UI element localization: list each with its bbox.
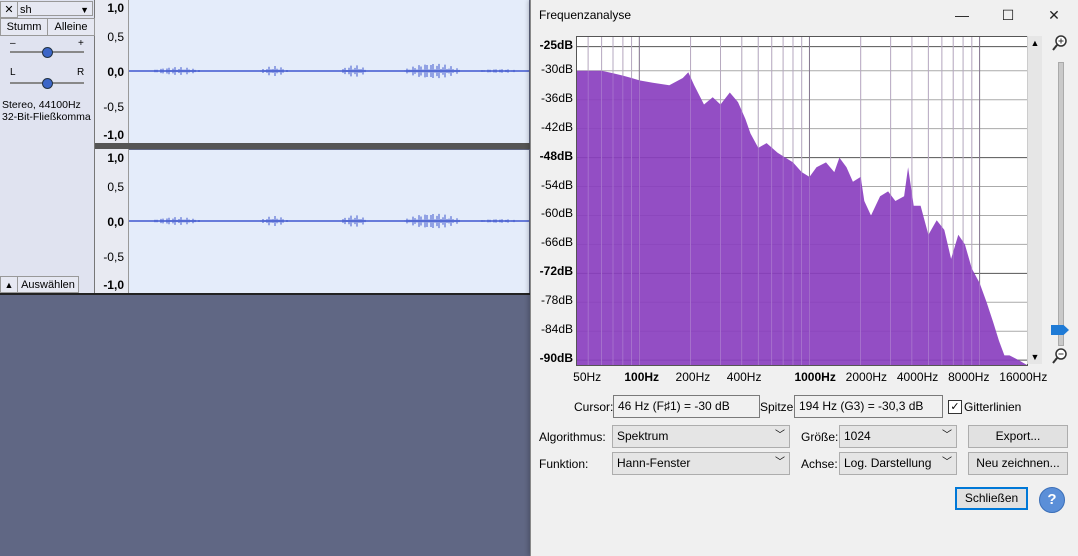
gain-minus-label: –: [10, 38, 16, 49]
zoom-slider-track[interactable]: [1058, 62, 1064, 346]
close-dialog-button[interactable]: ✕: [1039, 3, 1069, 27]
track-bottom-border: [0, 293, 530, 295]
axis-select[interactable]: Log. Darstellung ﹀: [839, 452, 957, 475]
chevron-down-icon: ﹀: [942, 430, 952, 441]
algorithm-select[interactable]: Spektrum ﹀: [612, 425, 790, 448]
dialog-title: Frequenzanalyse: [539, 8, 632, 22]
collapse-track-button[interactable]: ▲: [0, 276, 18, 293]
close-track-button[interactable]: ✕: [0, 1, 18, 18]
ruler-upper-label: -1,0: [103, 128, 124, 142]
chevron-down-icon: ﹀: [775, 457, 785, 468]
pan-right-label: R: [77, 67, 85, 78]
function-value: Hann-Fenster: [617, 456, 691, 470]
axis-label: Achse:: [801, 457, 838, 471]
y-tick-label: -42dB: [540, 119, 573, 134]
x-tick-label: 4000Hz: [896, 370, 939, 384]
gain-slider-thumb[interactable]: [42, 47, 53, 58]
redraw-button[interactable]: Neu zeichnen...: [968, 452, 1068, 475]
channel-separator: [95, 143, 530, 149]
track-menu-button[interactable]: sh ▼: [17, 1, 93, 16]
algorithm-value: Spektrum: [617, 429, 669, 443]
gain-plus-label: +: [78, 38, 84, 49]
spectrum-plot[interactable]: [576, 36, 1028, 366]
size-select[interactable]: 1024 ﹀: [839, 425, 957, 448]
ruler-lower-label: 0,0: [107, 215, 124, 229]
magnifier-minus-icon[interactable]: [1051, 347, 1069, 365]
peak-label: Spitze:: [760, 400, 797, 414]
waveform-left-svg: [129, 63, 529, 79]
ruler-upper-label: 0,0: [107, 65, 124, 79]
zoom-slider-thumb[interactable]: [1051, 325, 1069, 335]
y-tick-label: -48dB: [539, 148, 573, 163]
grid-label: Gitterlinien: [964, 400, 1022, 414]
function-label: Funktion:: [539, 457, 589, 471]
select-track-button[interactable]: Auswählen: [17, 276, 79, 293]
cursor-value-field: 46 Hz (F♯1) = -30 dB: [613, 395, 760, 418]
y-tick-label: -25dB: [539, 37, 573, 52]
vertical-scrollbar[interactable]: ▲ ▼: [1027, 36, 1042, 364]
x-tick-label: 200Hz: [675, 370, 711, 384]
y-tick-label: -72dB: [539, 264, 573, 279]
function-select[interactable]: Hann-Fenster ﹀: [612, 452, 790, 475]
y-tick-label: -60dB: [540, 206, 573, 221]
x-tick-label: 1000Hz: [794, 370, 836, 384]
y-tick-label: -66dB: [540, 235, 573, 250]
track-name: sh: [20, 4, 32, 16]
ruler-upper-label: 0,5: [107, 30, 124, 44]
waveform-left-channel[interactable]: [129, 0, 529, 143]
export-button[interactable]: Export...: [968, 425, 1068, 448]
x-tick-label: 50Hz: [573, 370, 602, 384]
algorithm-label: Algorithmus:: [539, 430, 606, 444]
maximize-icon: ☐: [1001, 7, 1015, 23]
y-tick-label: -78dB: [540, 293, 573, 308]
minimize-button[interactable]: —: [947, 3, 977, 27]
size-value: 1024: [844, 429, 871, 443]
y-tick-label: -84dB: [540, 322, 573, 337]
y-tick-label: -30dB: [540, 61, 573, 76]
solo-button[interactable]: Alleine: [47, 18, 95, 36]
chevron-down-icon: ﹀: [775, 430, 785, 441]
ruler-lower-label: -0,5: [103, 250, 124, 264]
x-tick-label: 400Hz: [726, 370, 762, 384]
chevron-down-icon: ▼: [80, 5, 89, 15]
track-control-panel: ✕ sh ▼ Stumm Alleine – + L R Stereo, 441…: [0, 0, 95, 293]
x-tick-label: 8000Hz: [948, 370, 990, 384]
close-button[interactable]: Schließen: [955, 487, 1028, 510]
cursor-label: Cursor:: [574, 400, 614, 414]
track-format-info: Stereo, 44100Hz: [2, 99, 81, 111]
ruler-lower-label: -1,0: [103, 278, 124, 292]
y-tick-label: -54dB: [540, 177, 573, 192]
x-tick-label: 2000Hz: [845, 370, 888, 384]
waveform-right-channel[interactable]: [129, 150, 529, 293]
ruler-lower-label: 1,0: [107, 151, 124, 165]
maximize-button[interactable]: ☐: [993, 3, 1023, 27]
frequency-analysis-dialog: Frequenzanalyse — ☐ ✕ -25dB -30dB -36dB -42…: [530, 0, 1078, 556]
spectrum-svg: [577, 37, 1027, 365]
minimize-icon: —: [955, 7, 969, 23]
track-sample-format: 32-Bit-Fließkomma: [2, 111, 91, 123]
y-tick-label: -90dB: [539, 351, 573, 366]
chevron-down-icon: ﹀: [942, 457, 952, 468]
x-tick-label: 100Hz: [624, 370, 660, 384]
mute-button[interactable]: Stumm: [0, 18, 48, 36]
pan-left-label: L: [10, 67, 16, 78]
ruler-lower-label: 0,5: [107, 180, 124, 194]
magnifier-plus-icon[interactable]: [1051, 34, 1069, 52]
peak-value-field: 194 Hz (G3) = -30,3 dB: [794, 395, 943, 418]
scroll-down-icon[interactable]: ▼: [1028, 350, 1042, 364]
pan-slider-thumb[interactable]: [42, 78, 53, 89]
help-icon[interactable]: ?: [1039, 487, 1065, 513]
x-tick-label: 16000Hz: [999, 370, 1048, 384]
ruler-upper-label: -0,5: [103, 100, 124, 114]
close-icon: ✕: [1048, 7, 1060, 23]
y-tick-label: -36dB: [540, 90, 573, 105]
scroll-up-icon[interactable]: ▲: [1028, 36, 1042, 50]
grid-checkbox[interactable]: ✓: [948, 400, 962, 414]
ruler-upper-label: 1,0: [107, 1, 124, 15]
waveform-right-svg: [129, 213, 529, 229]
axis-value: Log. Darstellung: [844, 456, 932, 470]
size-label: Größe:: [801, 430, 839, 444]
